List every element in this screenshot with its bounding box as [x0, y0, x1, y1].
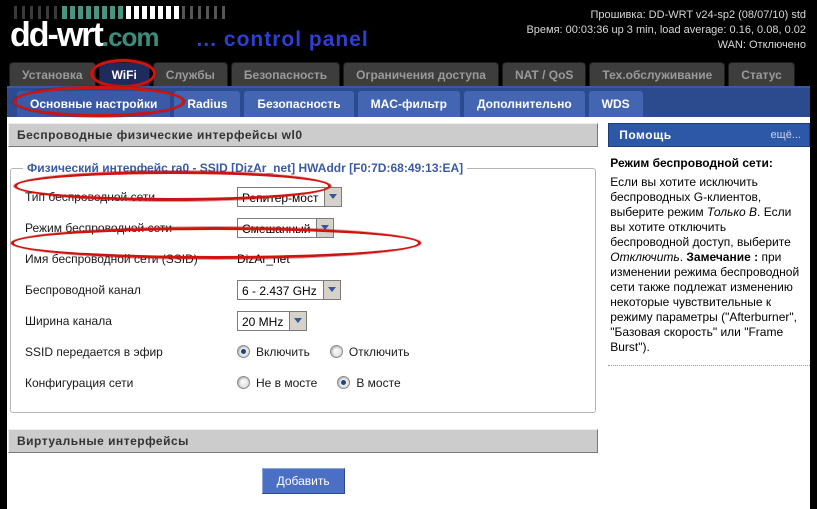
row-ssid: Имя беспроводной сети (SSID) [21, 243, 585, 274]
tab-services[interactable]: Службы [153, 62, 228, 86]
row-wireless-type: Тип беспроводной сети Репитер-мост [21, 181, 585, 212]
wireless-mode-value: Смешанный [238, 219, 316, 237]
content-area: Беспроводные физические интерфейсы wl0 Ф… [7, 117, 810, 509]
subtab-wireless-security[interactable]: Безопасность [244, 91, 353, 117]
wireless-type-label: Тип беспроводной сети [25, 190, 237, 204]
radio-unbridged[interactable] [237, 376, 250, 389]
wireless-channel-value: 6 - 2.437 GHz [238, 281, 323, 299]
row-network-config: Конфигурация сети Не в мосте В мосте [21, 367, 585, 398]
ssid-label: Имя беспроводной сети (SSID) [25, 252, 237, 266]
logo-tagline: ... control panel [197, 28, 369, 52]
help-header: Помощь ещё... [608, 123, 810, 147]
dropdown-arrow-icon [289, 312, 306, 330]
help-text-em: Только B [707, 205, 757, 219]
ssid-input[interactable] [237, 252, 427, 266]
wireless-mode-select[interactable]: Смешанный [237, 218, 334, 238]
help-note-text: при изменении режима беспроводной сети т… [610, 250, 799, 354]
dropdown-arrow-icon [324, 188, 341, 206]
row-ssid-broadcast: SSID передается в эфир Включить Отключит… [21, 336, 585, 367]
logo-text: dd-wrt [10, 20, 102, 50]
help-heading: Режим беспроводной сети: [610, 156, 808, 171]
wireless-type-value: Репитер-мост [238, 188, 324, 206]
add-row: Добавить [8, 468, 598, 494]
help-body: Режим беспроводной сети: Если вы хотите … [608, 147, 810, 366]
tab-wifi[interactable]: WiFi [99, 62, 150, 86]
help-text-em: Отключить [610, 250, 679, 264]
channel-width-value: 20 MHz [238, 312, 289, 330]
section-header-virtual-interfaces: Виртуальные интерфейсы [8, 429, 598, 453]
help-note-label: Замечание : [686, 250, 758, 264]
router-status-info: Прошивка: DD-WRT v24-sp2 (08/07/10) std … [526, 8, 806, 53]
tab-nat-qos[interactable]: NAT / QoS [502, 62, 586, 86]
settings-column: Беспроводные физические интерфейсы wl0 Ф… [7, 123, 598, 509]
add-button[interactable]: Добавить [262, 468, 345, 494]
main-nav: Установка WiFi Службы Безопасность Огран… [7, 60, 810, 86]
wireless-channel-label: Беспроводной канал [25, 283, 237, 297]
firmware-version: Прошивка: DD-WRT v24-sp2 (08/07/10) std [526, 8, 806, 23]
row-wireless-mode: Режим беспроводной сети Смешанный [21, 212, 585, 243]
help-title: Помощь [619, 128, 671, 142]
row-wireless-channel: Беспроводной канал 6 - 2.437 GHz [21, 274, 585, 305]
tab-access-restrictions[interactable]: Ограничения доступа [343, 62, 499, 86]
subtab-wds[interactable]: WDS [589, 91, 643, 117]
help-text: . [680, 250, 683, 264]
physical-interface-fieldset: Физический интерфейс ra0 - SSID [DizAr_n… [10, 161, 596, 413]
radio-broadcast-disable[interactable] [330, 345, 343, 358]
wireless-channel-select[interactable]: 6 - 2.437 GHz [237, 280, 341, 300]
row-channel-width: Ширина канала 20 MHz [21, 305, 585, 336]
tab-status[interactable]: Статус [728, 62, 794, 86]
subtab-mac-filter[interactable]: MAC-фильтр [358, 91, 460, 117]
channel-width-label: Ширина канала [25, 314, 237, 328]
wireless-type-select[interactable]: Репитер-мост [237, 187, 342, 207]
subtab-advanced[interactable]: Дополнительно [464, 91, 585, 117]
radio-broadcast-enable-label: Включить [256, 345, 310, 359]
fieldset-legend: Физический интерфейс ra0 - SSID [DizAr_n… [23, 161, 467, 175]
sub-nav: Основные настройки Radius Безопасность M… [7, 86, 810, 117]
uptime-load: Время: 00:03:36 up 3 min, load average: … [526, 23, 806, 38]
radio-broadcast-enable[interactable] [237, 345, 250, 358]
subtab-radius[interactable]: Radius [174, 91, 240, 117]
logo-domain-suffix: .com [102, 22, 159, 53]
network-config-label: Конфигурация сети [25, 376, 237, 390]
tab-security[interactable]: Безопасность [231, 62, 340, 86]
tab-setup[interactable]: Установка [9, 62, 96, 86]
tab-administration[interactable]: Тех.обслуживание [589, 62, 725, 86]
radio-bridged-label: В мосте [356, 376, 400, 390]
dd-wrt-control-panel-window: dd-wrt .com ... control panel Прошивка: … [0, 0, 817, 509]
header: dd-wrt .com ... control panel Прошивка: … [7, 0, 810, 60]
dropdown-arrow-icon [323, 281, 340, 299]
ssid-broadcast-label: SSID передается в эфир [25, 345, 237, 359]
network-config-radios: Не в мосте В мосте [237, 376, 415, 390]
section-header-physical-interfaces: Беспроводные физические интерфейсы wl0 [8, 123, 598, 147]
radio-broadcast-disable-label: Отключить [349, 345, 410, 359]
wan-status: WAN: Отключено [526, 38, 806, 53]
ssid-broadcast-radios: Включить Отключить [237, 345, 424, 359]
dropdown-arrow-icon [316, 219, 333, 237]
subtab-basic-settings[interactable]: Основные настройки [17, 91, 170, 117]
logo: dd-wrt .com ... control panel [10, 6, 369, 53]
wireless-mode-label: Режим беспроводной сети [25, 221, 237, 235]
radio-unbridged-label: Не в мосте [256, 376, 317, 390]
help-more-link[interactable]: ещё... [771, 129, 801, 141]
help-sidebar: Помощь ещё... Режим беспроводной сети: Е… [608, 123, 810, 509]
radio-bridged[interactable] [337, 376, 350, 389]
channel-width-select[interactable]: 20 MHz [237, 311, 307, 331]
